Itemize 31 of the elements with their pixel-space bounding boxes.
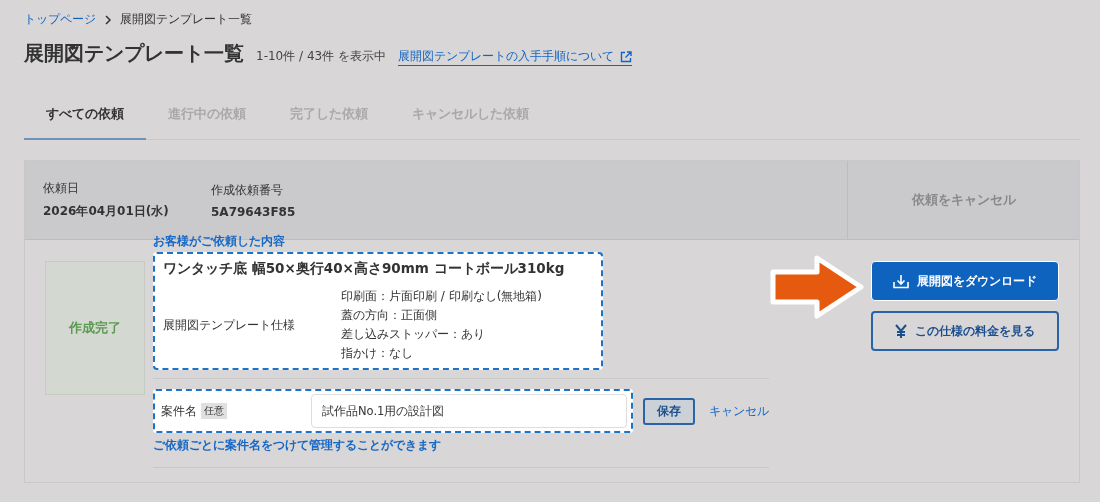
arrow-icon [769, 254, 865, 320]
name-input[interactable]: 試作品No.1用の設計図 [311, 394, 627, 428]
yen-icon [895, 324, 907, 338]
external-link-icon [620, 50, 632, 63]
breadcrumb-current: 展開図テンプレート一覧 [120, 11, 252, 28]
annotation-text: お客様がご依頼した内容 [153, 233, 286, 250]
cancel-link[interactable]: キャンセル [709, 402, 769, 420]
spec-line: 差し込みストッパー：あり [341, 326, 486, 343]
spec-line: 印刷面：片面印刷 / 印刷なし(無地箱) [341, 288, 543, 305]
save-button[interactable]: 保存 [643, 397, 695, 425]
price-button[interactable]: この仕様の料金を見る [871, 311, 1059, 351]
breadcrumb-link[interactable]: トップページ [24, 11, 96, 28]
field-label: 依頼日 [43, 180, 80, 197]
field-label: 案件名 [161, 402, 197, 420]
spec-line: 蓋の方向：正面側 [341, 307, 438, 324]
status-text: 作成完了 [69, 319, 121, 337]
help-link[interactable]: 展開図テンプレートの入手手順について [398, 49, 632, 66]
field-label: 作成依頼番号 [211, 181, 284, 199]
request-date: 2026年04月01日(水) [43, 203, 170, 220]
request-number: 5A79643F85 [211, 204, 297, 219]
spec-label: 展開図テンプレート仕様 [163, 316, 296, 334]
product-name: ワンタッチ底 幅50×奥行40×高さ90mm コートボール310kg [163, 260, 566, 278]
download-button[interactable]: 展開図をダウンロード [871, 261, 1059, 301]
result-count: 1-10件 / 43件 を表示中 [256, 48, 386, 65]
download-icon [893, 273, 909, 289]
page-title: 展開図テンプレート一覧 [24, 40, 244, 67]
chevron-icon [104, 14, 112, 25]
annotation-text: ご依頼ごとに案件名をつけて管理することができます [153, 437, 442, 454]
tab[interactable]: すべての依頼 [24, 97, 146, 140]
optional-tag: 任意 [201, 403, 227, 419]
spec-line: 指かけ：なし [341, 345, 414, 362]
